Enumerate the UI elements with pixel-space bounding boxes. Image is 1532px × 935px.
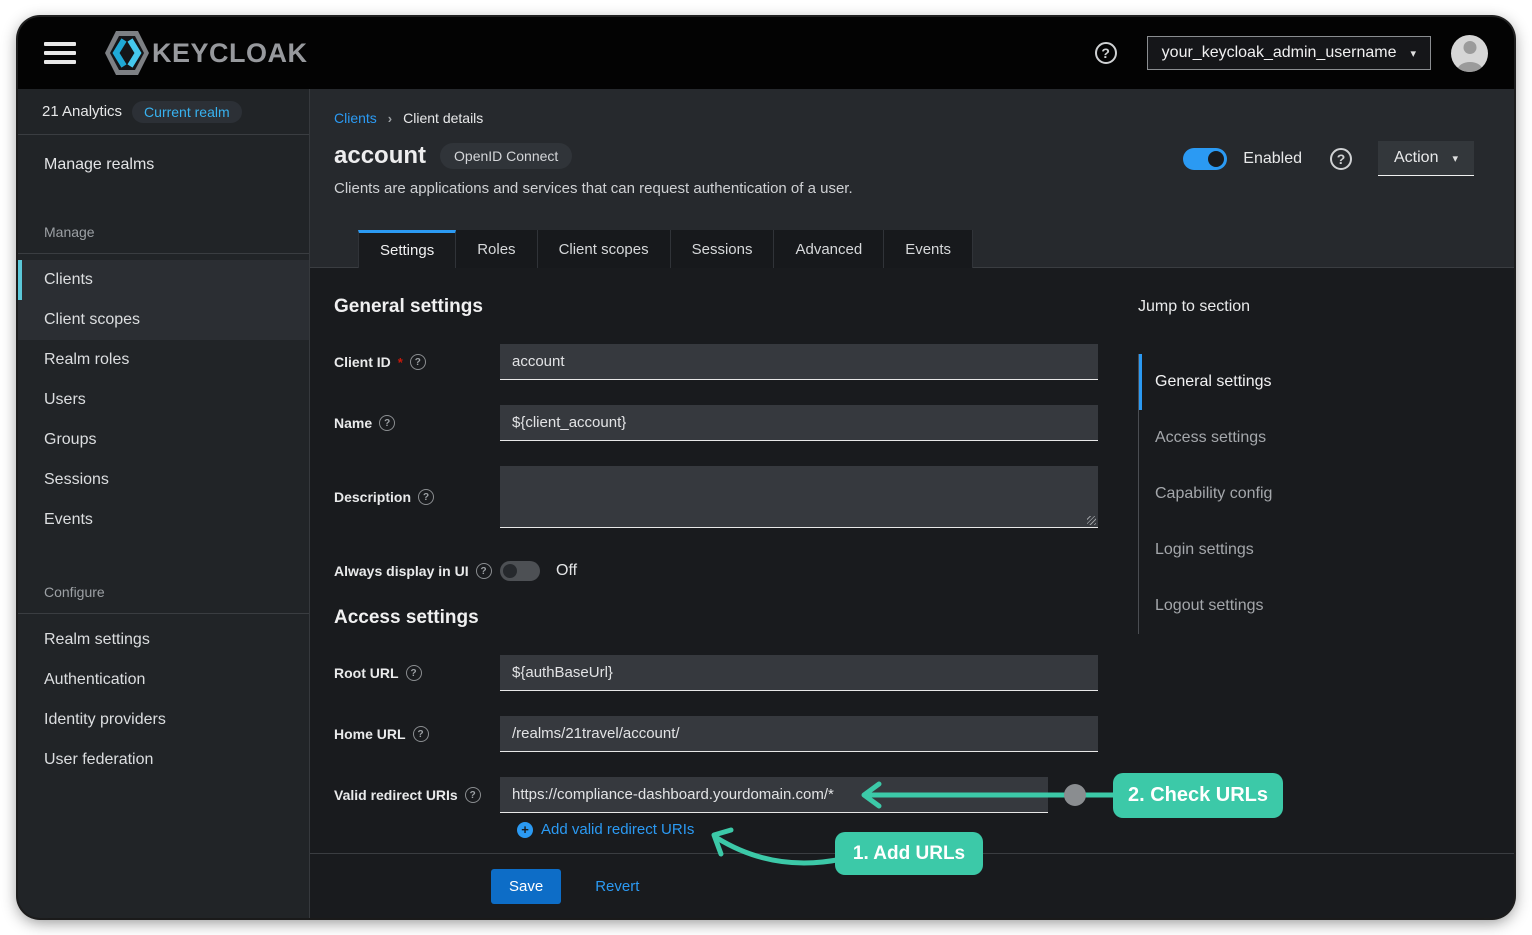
root-url-row: Root URL ? — [334, 655, 1514, 691]
sidebar-item-realm-settings[interactable]: Realm settings — [18, 620, 309, 660]
home-url-help-icon[interactable]: ? — [413, 726, 429, 742]
jump-item-capability-config[interactable]: Capability config — [1139, 466, 1468, 522]
sidebar-item-manage-realms[interactable]: Manage realms — [18, 150, 309, 180]
jump-to-section-nav: Jump to section General settings Access … — [1138, 298, 1468, 634]
client-id-input[interactable] — [500, 344, 1098, 380]
annotation-step1-badge: 1. Add URLs — [835, 832, 983, 875]
add-redirect-uri-link[interactable]: + Add valid redirect URIs — [517, 821, 1514, 838]
breadcrumb: Clients › Client details — [334, 110, 1514, 126]
home-url-label: Home URL ? — [334, 726, 500, 742]
save-button[interactable]: Save — [491, 869, 561, 904]
breadcrumb-current: Client details — [403, 110, 483, 126]
description-help-icon[interactable]: ? — [418, 489, 434, 505]
action-dropdown[interactable]: Action ▾ — [1378, 141, 1474, 176]
home-url-input[interactable] — [500, 716, 1098, 752]
tab-roles[interactable]: Roles — [456, 230, 537, 268]
main-area: Clients › Client details account OpenID … — [310, 89, 1514, 918]
sidebar-item-realm-roles[interactable]: Realm roles — [18, 340, 309, 380]
jump-heading: Jump to section — [1138, 298, 1468, 318]
root-url-help-icon[interactable]: ? — [406, 665, 422, 681]
hamburger-menu-icon[interactable] — [44, 37, 76, 69]
always-display-help-icon[interactable]: ? — [476, 563, 492, 579]
chevron-down-icon: ▾ — [1452, 152, 1458, 165]
revert-link[interactable]: Revert — [595, 878, 639, 895]
redirect-uri-input[interactable] — [500, 777, 1048, 813]
enabled-label: Enabled — [1243, 150, 1302, 168]
root-url-input[interactable] — [500, 655, 1098, 691]
name-input[interactable] — [500, 405, 1098, 441]
page-description: Clients are applications and services th… — [334, 180, 1514, 197]
redirect-uris-row: Valid redirect URIs ? — [334, 777, 1514, 813]
tab-events[interactable]: Events — [884, 230, 973, 268]
breadcrumb-separator-icon: › — [388, 111, 392, 126]
sidebar-item-clients[interactable]: Clients — [18, 260, 309, 300]
current-realm-badge: Current realm — [132, 101, 242, 123]
jump-item-general-settings[interactable]: General settings — [1139, 354, 1468, 410]
redirect-uris-label: Valid redirect URIs ? — [334, 787, 500, 803]
name-label: Name ? — [334, 415, 500, 431]
chevron-down-icon: ▾ — [1410, 47, 1416, 60]
settings-form: General settings Client ID * ? Name ? — [310, 268, 1514, 853]
tab-client-scopes[interactable]: Client scopes — [538, 230, 671, 268]
sidebar-item-client-scopes[interactable]: Client scopes — [18, 300, 309, 340]
tab-settings[interactable]: Settings — [358, 230, 456, 268]
admin-username-dropdown[interactable]: your_keycloak_admin_username ▾ — [1147, 36, 1431, 70]
sidebar-item-authentication[interactable]: Authentication — [18, 660, 309, 700]
breadcrumb-clients-link[interactable]: Clients — [334, 110, 377, 126]
sidebar-group-manage: Manage — [18, 224, 309, 254]
always-display-toggle[interactable] — [500, 561, 540, 581]
sidebar-item-identity-providers[interactable]: Identity providers — [18, 700, 309, 740]
keycloak-logo: KEYCLOAK — [104, 28, 308, 78]
help-icon[interactable]: ? — [1095, 42, 1117, 64]
enabled-help-icon[interactable]: ? — [1330, 148, 1352, 170]
always-display-label: Always display in UI ? — [334, 563, 500, 579]
plus-circle-icon: + — [517, 822, 533, 838]
redirect-uris-help-icon[interactable]: ? — [465, 787, 481, 803]
current-realm-row: 21 Analytics Current realm — [18, 89, 309, 135]
sidebar-item-events[interactable]: Events — [18, 500, 309, 540]
jump-item-logout-settings[interactable]: Logout settings — [1139, 578, 1468, 634]
name-help-icon[interactable]: ? — [379, 415, 395, 431]
required-asterisk: * — [398, 355, 403, 370]
root-url-label: Root URL ? — [334, 665, 500, 681]
tab-sessions[interactable]: Sessions — [671, 230, 775, 268]
sidebar-group-configure: Configure — [18, 584, 309, 614]
keycloak-admin-window: KEYCLOAK ? your_keycloak_admin_username … — [18, 17, 1514, 918]
jump-item-login-settings[interactable]: Login settings — [1139, 522, 1468, 578]
description-textarea[interactable] — [500, 466, 1098, 528]
description-textarea-wrap — [500, 466, 1098, 528]
page-header: Clients › Client details account OpenID … — [310, 89, 1514, 268]
description-label: Description ? — [334, 489, 500, 505]
tab-advanced[interactable]: Advanced — [774, 230, 884, 268]
tab-bar: Settings Roles Client scopes Sessions Ad… — [358, 230, 973, 268]
brand-name: KEYCLOAK — [152, 38, 308, 69]
always-display-state: Off — [556, 562, 577, 580]
client-id-help-icon[interactable]: ? — [410, 354, 426, 370]
sidebar-item-groups[interactable]: Groups — [18, 420, 309, 460]
sidebar: 21 Analytics Current realm Manage realms… — [18, 89, 310, 918]
top-bar: KEYCLOAK ? your_keycloak_admin_username … — [18, 17, 1514, 89]
protocol-badge: OpenID Connect — [440, 143, 572, 169]
enabled-toggle[interactable] — [1183, 148, 1227, 170]
sidebar-item-users[interactable]: Users — [18, 380, 309, 420]
keycloak-logo-icon — [104, 28, 150, 78]
realm-name: 21 Analytics — [42, 103, 122, 120]
avatar[interactable] — [1451, 35, 1488, 72]
sidebar-item-user-federation[interactable]: User federation — [18, 740, 309, 780]
jump-item-access-settings[interactable]: Access settings — [1139, 410, 1468, 466]
client-id-label: Client ID * ? — [334, 354, 500, 370]
page-title: account — [334, 142, 426, 170]
admin-username: your_keycloak_admin_username — [1162, 44, 1397, 62]
home-url-row: Home URL ? — [334, 716, 1514, 752]
annotation-step2-badge: 2. Check URLs — [1113, 773, 1283, 818]
remove-uri-button[interactable] — [1064, 784, 1086, 806]
sidebar-item-sessions[interactable]: Sessions — [18, 460, 309, 500]
